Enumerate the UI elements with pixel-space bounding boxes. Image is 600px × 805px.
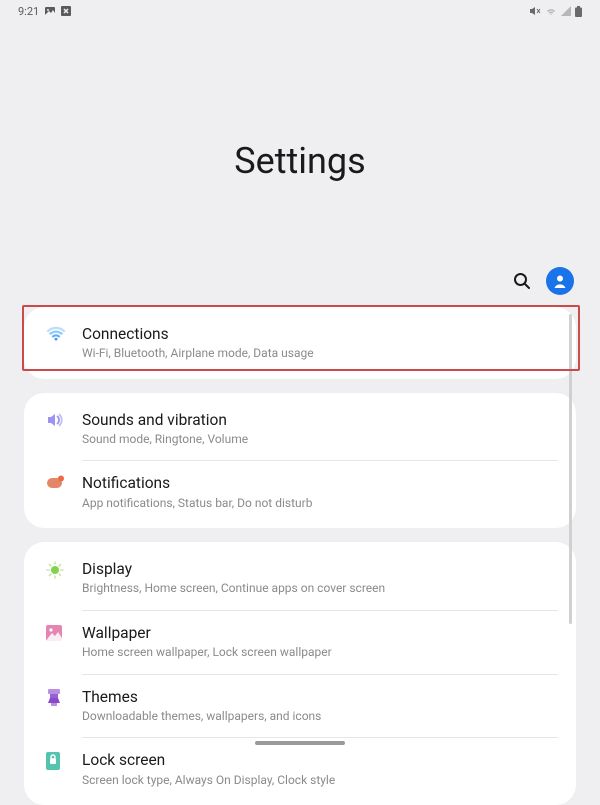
row-title: Notifications	[82, 473, 558, 493]
sound-icon	[40, 410, 82, 428]
status-right	[529, 6, 582, 17]
wallpaper-icon	[40, 623, 82, 641]
account-button[interactable]	[546, 267, 574, 295]
scrollbar[interactable]	[569, 314, 572, 624]
settings-row-lockscreen[interactable]: Lock screen Screen lock type, Always On …	[24, 737, 576, 801]
settings-group: Display Brightness, Home screen, Continu…	[24, 542, 576, 805]
row-subtitle: Wi-Fi, Bluetooth, Airplane mode, Data us…	[82, 346, 558, 362]
row-subtitle: Home screen wallpaper, Lock screen wallp…	[82, 645, 558, 661]
app-icon	[61, 6, 71, 16]
row-title: Wallpaper	[82, 623, 558, 643]
row-subtitle: Sound mode, Ringtone, Volume	[82, 432, 558, 448]
row-title: Themes	[82, 687, 558, 707]
settings-group: Sounds and vibration Sound mode, Rington…	[24, 393, 576, 528]
settings-group: Connections Wi-Fi, Bluetooth, Airplane m…	[24, 307, 576, 379]
themes-icon	[40, 687, 82, 707]
wifi-icon	[545, 6, 557, 16]
signal-icon	[561, 6, 571, 16]
settings-row-sounds[interactable]: Sounds and vibration Sound mode, Rington…	[24, 397, 576, 461]
settings-row-display[interactable]: Display Brightness, Home screen, Continu…	[24, 546, 576, 610]
settings-row-connections[interactable]: Connections Wi-Fi, Bluetooth, Airplane m…	[24, 311, 576, 375]
settings-row-themes[interactable]: Themes Downloadable themes, wallpapers, …	[24, 674, 576, 738]
status-left: 9:21	[18, 5, 71, 18]
row-subtitle: Brightness, Home screen, Continue apps o…	[82, 581, 558, 597]
row-subtitle: App notifications, Status bar, Do not di…	[82, 496, 558, 512]
page-title: Settings	[0, 140, 600, 182]
row-title: Lock screen	[82, 750, 558, 770]
row-title: Connections	[82, 324, 558, 344]
gallery-icon	[45, 6, 55, 16]
gesture-bar[interactable]	[255, 741, 345, 745]
avatar-icon	[552, 273, 568, 289]
settings-row-wallpaper[interactable]: Wallpaper Home screen wallpaper, Lock sc…	[24, 610, 576, 674]
search-icon	[513, 272, 531, 290]
settings-row-notifications[interactable]: Notifications App notifications, Status …	[24, 460, 576, 524]
display-icon	[40, 559, 82, 579]
lock-icon	[40, 750, 82, 770]
row-subtitle: Downloadable themes, wallpapers, and ico…	[82, 709, 558, 725]
row-title: Sounds and vibration	[82, 410, 558, 430]
mute-icon	[529, 6, 541, 16]
notification-icon	[40, 473, 82, 489]
battery-icon	[575, 6, 582, 17]
row-title: Display	[82, 559, 558, 579]
status-bar: 9:21	[0, 0, 600, 22]
settings-list: Connections Wi-Fi, Bluetooth, Airplane m…	[0, 307, 600, 805]
row-subtitle: Screen lock type, Always On Display, Clo…	[82, 773, 558, 789]
wifi-icon	[40, 324, 82, 342]
status-time: 9:21	[18, 5, 39, 18]
search-button[interactable]	[512, 271, 532, 291]
header-toolbar	[0, 267, 600, 295]
